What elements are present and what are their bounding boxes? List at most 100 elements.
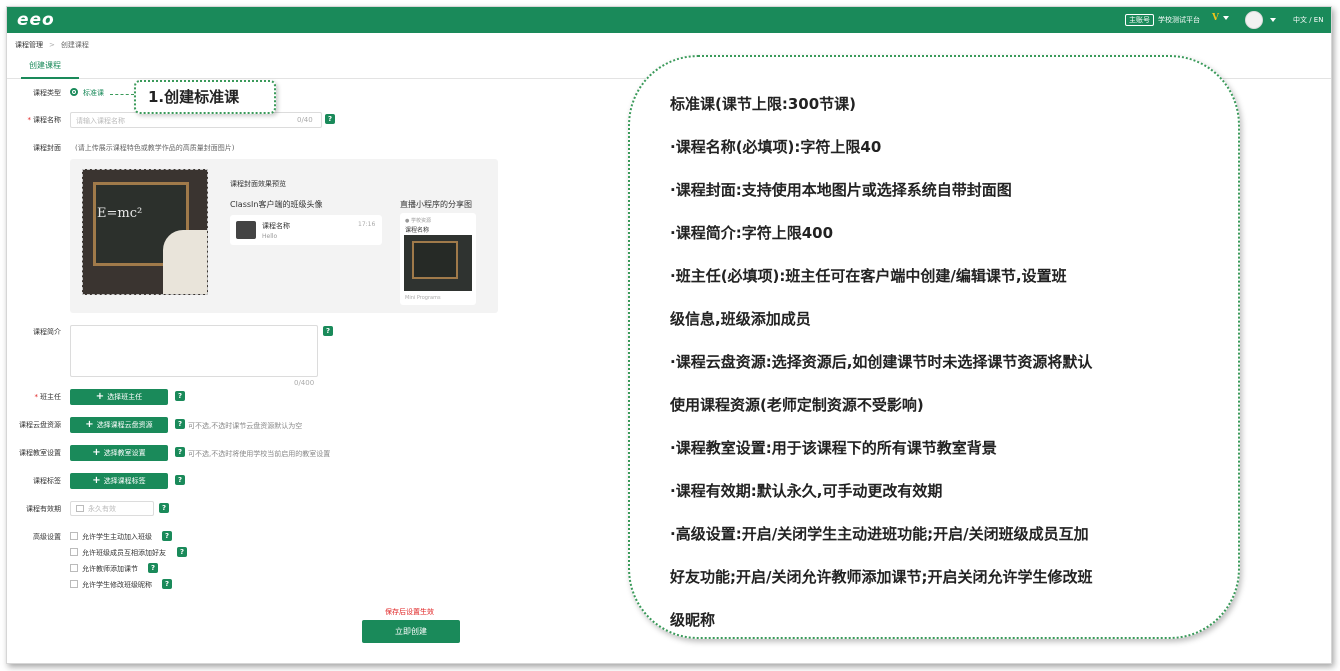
preview-share-title: 直播小程序的分享图 xyxy=(400,200,472,209)
share-image xyxy=(404,235,472,291)
breadcrumb: 课程管理 > 创建课程 xyxy=(15,40,89,50)
teacher-arm-image xyxy=(163,230,207,294)
card-thumbnail xyxy=(236,221,256,239)
option-add-friends[interactable]: 允许班级成员互相添加好友 xyxy=(82,548,166,558)
select-classroom-button-label: 选择教室设置 xyxy=(103,449,146,457)
share-footer: Mini Programs xyxy=(405,295,441,301)
create-now-button[interactable]: 立即创建 xyxy=(362,620,460,643)
tab-create-course[interactable]: 创建课程 xyxy=(29,60,61,71)
help-icon[interactable]: ? xyxy=(175,419,185,429)
avatar[interactable] xyxy=(1245,11,1263,29)
classroom-setting-label: 课程教室设置 xyxy=(19,449,61,457)
select-tags-button[interactable]: + 选择课程标签 xyxy=(70,473,168,489)
course-intro-textarea[interactable] xyxy=(70,325,318,377)
callout-create-standard: 1.创建标准课 xyxy=(134,80,276,114)
card-course-name: 课程名称 xyxy=(262,222,290,230)
plus-icon: + xyxy=(92,447,101,458)
course-name-input[interactable]: 请输入课程名称 xyxy=(70,112,322,128)
save-warning: 保存后设置生效 xyxy=(385,608,434,616)
vip-icon: V xyxy=(1212,13,1219,23)
help-icon[interactable]: ? xyxy=(162,579,172,589)
help-icon[interactable]: ? xyxy=(325,114,335,124)
course-cover-hint: (请上传展示课程特色或教学作品的高质量封面图片) xyxy=(75,144,235,152)
standard-course-radio-label[interactable]: 标准课 xyxy=(83,88,104,98)
cover-image-upload[interactable]: E=mc² xyxy=(82,169,208,295)
callout-line: ·高级设置:开启/关闭学生主动进班功能;开启/关闭班级成员互加 xyxy=(670,525,1089,543)
language-switch[interactable]: 中文 / EN xyxy=(1293,15,1323,25)
school-switcher[interactable]: 学校测试平台 xyxy=(1158,15,1200,25)
eeo-logo: eeo xyxy=(17,10,55,30)
top-bar: eeo 主账号 学校测试平台 V 中文 / EN xyxy=(7,7,1331,33)
course-type-label: 课程类型 xyxy=(33,89,61,97)
select-cloud-resource-button-label: 选择课程云盘资源 xyxy=(96,421,153,429)
callout-line: 级昵称 xyxy=(670,611,716,629)
help-icon[interactable]: ? xyxy=(148,563,158,573)
help-icon[interactable]: ? xyxy=(323,326,333,336)
checkbox[interactable] xyxy=(70,580,78,588)
board-formula: E=mc² xyxy=(97,206,143,221)
plus-icon: + xyxy=(85,419,94,430)
callout-line: ·课程封面:支持使用本地图片或选择系统自带封面图 xyxy=(670,181,1012,199)
teacher-label-text: 班主任 xyxy=(40,393,61,401)
callout-line: ·班主任(必填项):班主任可在客户端中创建/编辑课节,设置班 xyxy=(670,267,1067,285)
callout-connector xyxy=(110,94,134,95)
help-icon[interactable]: ? xyxy=(175,475,185,485)
checkbox[interactable] xyxy=(70,564,78,572)
course-name-label: * 课程名称 xyxy=(28,115,62,125)
callout-line: 使用课程资源(老师定制资源不受影响) xyxy=(670,396,924,414)
checkbox[interactable] xyxy=(70,548,78,556)
callout-line: 标准课(课节上限:300节课) xyxy=(670,95,857,113)
checkbox[interactable] xyxy=(70,532,78,540)
help-icon[interactable]: ? xyxy=(162,531,172,541)
share-source: ● 学校资源 xyxy=(405,218,431,224)
select-classroom-button[interactable]: + 选择教室设置 xyxy=(70,445,168,461)
select-teacher-button[interactable]: + 选择班主任 xyxy=(70,389,168,405)
option-teacher-add-lesson[interactable]: 允许教师添加课节 xyxy=(82,564,138,574)
plus-icon: + xyxy=(95,391,105,402)
course-tags-label: 课程标签 xyxy=(33,477,61,485)
tab-active-indicator xyxy=(21,77,79,79)
share-preview-card: ● 学校资源 课程名称 Mini Programs xyxy=(400,213,476,305)
help-icon[interactable]: ? xyxy=(175,391,185,401)
callout-line: 级信息,班级添加成员 xyxy=(670,310,811,328)
plus-icon: + xyxy=(92,475,101,486)
teacher-label: * 班主任 xyxy=(35,392,62,402)
chevron-down-icon[interactable] xyxy=(1223,16,1229,20)
breadcrumb-parent[interactable]: 课程管理 xyxy=(15,41,43,49)
option-join-class[interactable]: 允许学生主动加入班级 xyxy=(82,532,152,542)
calendar-icon xyxy=(76,505,84,512)
cloud-resource-hint: 可不选,不选时课节云盘资源默认为空 xyxy=(188,422,303,430)
validity-date-input[interactable]: 永久有效 xyxy=(70,501,154,516)
help-icon[interactable]: ? xyxy=(177,547,187,557)
help-icon[interactable]: ? xyxy=(175,447,185,457)
select-cloud-resource-button[interactable]: + 选择课程云盘资源 xyxy=(70,417,168,433)
course-intro-counter: 0/400 xyxy=(294,379,315,387)
course-cover-label: 课程封面 xyxy=(33,144,61,152)
callout-line: 好友功能;开启/关闭允许教师添加课节;开启关闭允许学生修改班 xyxy=(670,568,1093,586)
share-course-name: 课程名称 xyxy=(405,227,430,234)
account-badge: 主账号 xyxy=(1125,14,1154,26)
validity-placeholder: 永久有效 xyxy=(88,505,116,513)
advanced-settings-label: 高级设置 xyxy=(33,533,61,541)
cloud-resource-label: 课程云盘资源 xyxy=(19,421,61,429)
standard-course-radio[interactable] xyxy=(70,88,78,96)
breadcrumb-current: 创建课程 xyxy=(60,41,89,49)
chevron-down-icon[interactable] xyxy=(1270,18,1276,22)
validity-label: 课程有效期 xyxy=(26,505,61,513)
help-icon[interactable]: ? xyxy=(159,503,169,513)
select-teacher-button-label: 选择班主任 xyxy=(107,393,143,401)
required-mark: * xyxy=(27,116,32,124)
callout-line: ·课程有效期:默认永久,可手动更改有效期 xyxy=(670,482,943,500)
course-name-label-text: 课程名称 xyxy=(33,116,61,124)
callout-line: ·课程教室设置:用于该课程下的所有课节教室背景 xyxy=(670,439,997,457)
callout-line: ·课程云盘资源:选择资源后,如创建课节时未选择课节资源将默认 xyxy=(670,353,1093,371)
callout-line: ·课程名称(必填项):字符上限40 xyxy=(670,138,882,156)
card-message: Hello xyxy=(262,233,278,240)
callout-description: 标准课(课节上限:300节课) ·课程名称(必填项):字符上限40 ·课程封面:… xyxy=(628,55,1240,639)
preview-client-title: ClassIn客户端的班级头像 xyxy=(230,200,323,209)
client-preview-card: 课程名称 Hello 17:16 xyxy=(230,215,382,245)
option-edit-nickname[interactable]: 允许学生修改班级昵称 xyxy=(82,580,152,590)
course-name-counter: 0/40 xyxy=(297,116,313,124)
breadcrumb-separator: > xyxy=(49,41,55,49)
course-intro-label: 课程简介 xyxy=(33,328,61,336)
